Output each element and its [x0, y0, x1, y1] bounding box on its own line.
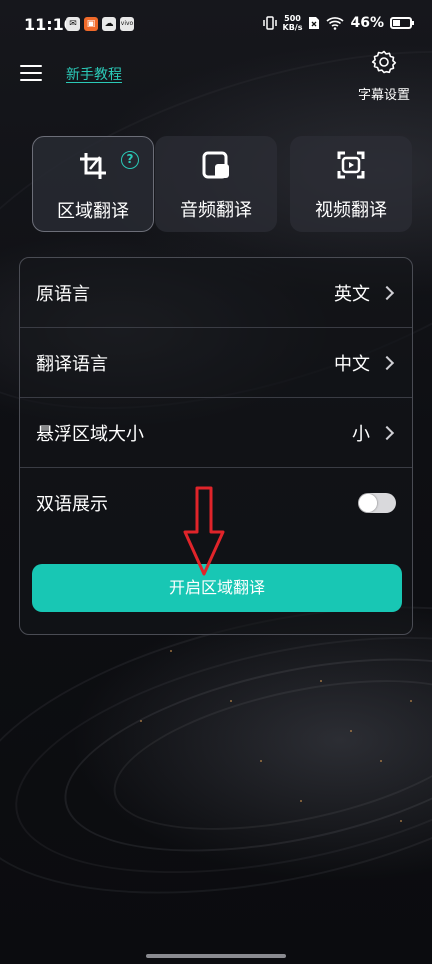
row-value: 中文: [334, 353, 370, 375]
source-language-row[interactable]: 原语言 英文: [20, 258, 412, 328]
video-icon: [337, 151, 365, 179]
audio-icon: [202, 151, 229, 179]
row-label: 原语言: [36, 283, 90, 305]
help-icon[interactable]: ?: [121, 151, 139, 169]
target-language-row[interactable]: 翻译语言 中文: [20, 328, 412, 398]
bilingual-toggle[interactable]: [358, 493, 396, 513]
network-speed: 500 KB/s: [282, 14, 303, 32]
subtitle-settings-button[interactable]: 字幕设置: [352, 48, 416, 103]
crop-icon: [80, 153, 106, 179]
chevron-right-icon: [379, 355, 395, 370]
vivo-icon: vivo: [120, 17, 134, 31]
row-label: 悬浮区域大小: [36, 423, 144, 445]
subtitle-settings-label: 字幕设置: [357, 88, 410, 103]
notification-icons: ✉ ▣ ☁ vivo: [66, 17, 134, 31]
status-bar: 11:10 ✉ ▣ ☁ vivo 500 KB/s 46%: [0, 0, 432, 50]
mode-card-region[interactable]: ? 区域翻译: [32, 136, 154, 232]
sim-icon: [309, 17, 320, 29]
float-size-row[interactable]: 悬浮区域大小 小: [20, 398, 412, 468]
annotation-arrow-icon: [183, 486, 225, 576]
mode-label: 视频翻译: [315, 200, 387, 221]
cloud-icon: ☁: [102, 17, 116, 31]
wifi-icon: [326, 17, 345, 30]
row-value: 小: [352, 423, 370, 445]
vibrate-icon: [262, 16, 277, 30]
tutorial-link[interactable]: 新手教程: [66, 64, 122, 84]
mode-card-video[interactable]: 视频翻译: [290, 136, 412, 232]
row-label: 翻译语言: [36, 353, 108, 375]
mode-label: 区域翻译: [57, 201, 129, 222]
battery-percent: 46%: [350, 15, 384, 31]
home-indicator[interactable]: [146, 954, 286, 958]
mail-icon: ✉: [66, 17, 80, 31]
gear-icon: [371, 50, 397, 74]
app-icon: ▣: [84, 17, 98, 31]
mode-card-audio[interactable]: 音频翻译: [155, 136, 277, 232]
row-label: 双语展示: [36, 494, 108, 515]
chevron-right-icon: [379, 285, 395, 300]
row-value: 英文: [334, 283, 370, 305]
system-indicators: 500 KB/s 46%: [262, 14, 414, 32]
battery-icon: [390, 17, 414, 29]
mode-label: 音频翻译: [180, 200, 252, 221]
chevron-right-icon: [379, 425, 395, 440]
menu-button[interactable]: [20, 65, 42, 81]
